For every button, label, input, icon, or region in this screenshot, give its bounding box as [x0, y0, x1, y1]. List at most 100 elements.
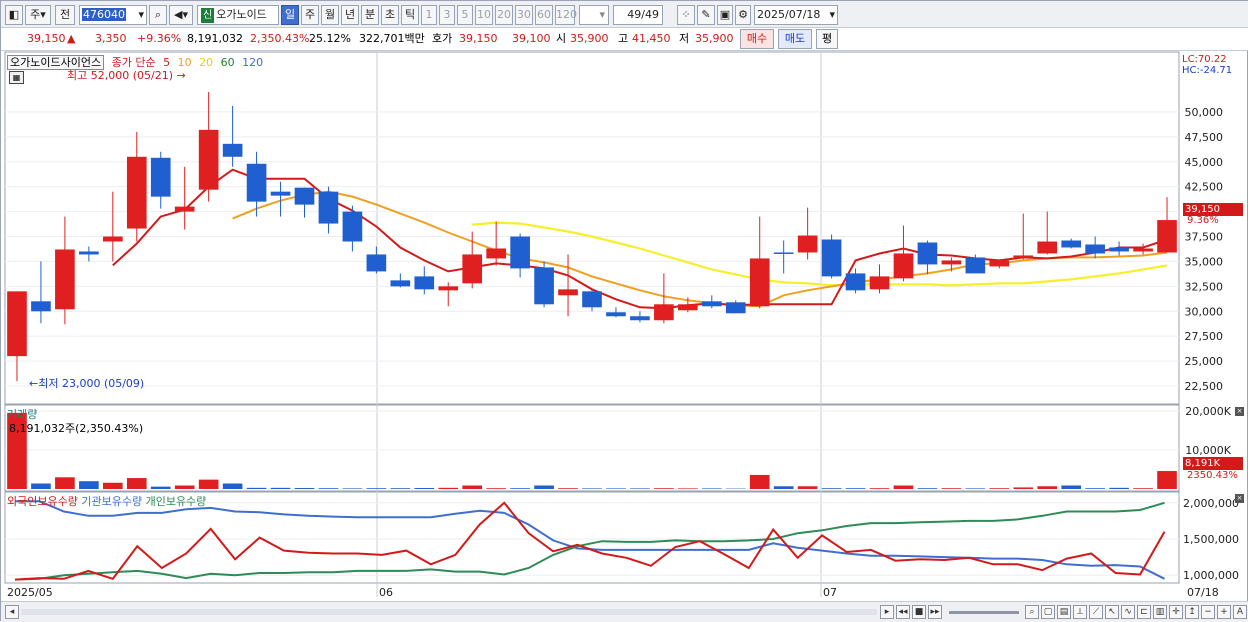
holdings-panel-close-icon[interactable]: ×: [1235, 494, 1244, 503]
candle-body: [702, 301, 722, 306]
open-label: 시: [556, 32, 566, 46]
interval-1[interactable]: 1: [421, 5, 437, 25]
scroll-right-icon[interactable]: ▸: [880, 605, 894, 619]
save-icon[interactable]: ▣: [717, 5, 733, 25]
speaker-icon[interactable]: ◀▾: [169, 5, 193, 25]
tab-second[interactable]: 초: [381, 5, 399, 25]
tab-month[interactable]: 월: [321, 5, 339, 25]
zoom-slider[interactable]: [949, 611, 1019, 614]
interval-10[interactable]: 10: [475, 5, 493, 25]
trend-icon[interactable]: ⟋: [1089, 605, 1103, 619]
date-input[interactable]: 2025/07/18▾: [754, 5, 838, 25]
price-change: 3,350: [95, 32, 127, 46]
scroll-up-icon[interactable]: ↥: [1185, 605, 1199, 619]
candle-body: [798, 236, 818, 253]
quote-bar: 39,150 ▲ 3,350 +9.36% 8,191,032 2,350.43…: [1, 28, 1248, 51]
price-axis-tick: 45,000: [1185, 156, 1224, 169]
evaluate-button[interactable]: 평: [816, 29, 838, 49]
rewind-icon[interactable]: ◂◂: [896, 605, 910, 619]
stock-name-box[interactable]: 신오가노이드: [197, 5, 279, 25]
link-icon[interactable]: ⁘: [677, 5, 695, 25]
zoom-in-icon[interactable]: ⌕: [1025, 605, 1039, 619]
settings-gear-icon[interactable]: ⚙: [735, 5, 751, 25]
horizontal-scrollbar[interactable]: [21, 609, 877, 615]
zoom-out-icon[interactable]: −: [1201, 605, 1215, 619]
chart-window: ◧ 주▾ 전 476040▾ ⌕ ◀▾ 신오가노이드 일 주 월 년 분 초 틱…: [0, 0, 1248, 621]
data-table-icon[interactable]: ▦: [9, 71, 24, 84]
stock-code-input[interactable]: 476040▾: [79, 5, 147, 25]
candle-body: [462, 254, 482, 283]
candle-body: [55, 249, 75, 309]
chart-canvas[interactable]: 50,00047,50045,00042,50040,00037,50035,0…: [1, 51, 1248, 601]
wave-icon[interactable]: ∿: [1121, 605, 1135, 619]
price-axis-tick: 25,000: [1185, 355, 1224, 368]
interval-3[interactable]: 3: [439, 5, 455, 25]
volume-bar: [942, 488, 962, 489]
volume-value: 8,191,032: [187, 32, 243, 46]
volume-bar: [966, 488, 986, 489]
candle-body: [1157, 220, 1177, 252]
tab-day[interactable]: 일: [281, 5, 299, 25]
layout-icon[interactable]: ▤: [1057, 605, 1071, 619]
volume-bar: [1133, 488, 1153, 489]
data-count-display: 49/49: [613, 5, 663, 25]
tab-year[interactable]: 년: [341, 5, 359, 25]
chart-type-icon[interactable]: ▥: [1153, 605, 1167, 619]
tab-minute[interactable]: 분: [361, 5, 379, 25]
interval-20[interactable]: 20: [495, 5, 513, 25]
tab-tick[interactable]: 틱: [401, 5, 419, 25]
axis-labels: 50,00047,50045,00042,50040,00037,50035,0…: [7, 106, 1239, 599]
holdings-legend: 외국인보유수량 기관보유수량 개인보유수량: [7, 493, 206, 509]
candle-body: [31, 301, 51, 311]
holdings-axis-tick: 1,500,000: [1183, 533, 1239, 546]
open-price: 35,900: [570, 32, 609, 46]
interval-dropdown[interactable]: ▾: [579, 5, 609, 25]
price-axis-tick: 22,500: [1185, 380, 1224, 393]
draw-tool-icon[interactable]: ✎: [697, 5, 715, 25]
crosshair-icon[interactable]: ✛: [1169, 605, 1183, 619]
volume-bar: [1013, 487, 1033, 489]
high-price: 41,450: [632, 32, 671, 46]
volume-bar: [702, 488, 722, 489]
interval-60[interactable]: 60: [535, 5, 553, 25]
compare-icon[interactable]: ⊏: [1137, 605, 1151, 619]
ruler-icon[interactable]: ⟂: [1073, 605, 1087, 619]
add-icon[interactable]: +: [1217, 605, 1231, 619]
sell-button[interactable]: 매도: [778, 29, 812, 49]
type-selector-label: 주: [30, 8, 40, 21]
stop-icon[interactable]: ■: [912, 605, 926, 619]
volume-bar: [367, 488, 387, 489]
high-note-text: 최고 52,000 (05/21): [67, 69, 173, 82]
interval-5[interactable]: 5: [457, 5, 473, 25]
candle-body: [295, 188, 315, 205]
current-pct-tag: 9.36%: [1187, 215, 1219, 226]
candle-body: [726, 302, 746, 313]
search-icon[interactable]: ⌕: [149, 5, 167, 25]
volume-bar: [846, 488, 866, 489]
trade-amount: 322,701백만: [359, 32, 425, 46]
volume-bar: [1061, 485, 1081, 489]
font-size-icon[interactable]: A: [1233, 605, 1247, 619]
low-price: 35,900: [695, 32, 734, 46]
price-axis-tick: 32,500: [1185, 280, 1224, 293]
volume-panel-close-icon[interactable]: ×: [1235, 407, 1244, 416]
scroll-left-icon[interactable]: ◂: [5, 605, 19, 619]
date-value: 2025/07/18: [757, 8, 820, 21]
volume-bar: [319, 488, 339, 489]
window-icon[interactable]: ▢: [1041, 605, 1055, 619]
volume-bar: [199, 480, 219, 489]
holdings-institution-line: [15, 501, 1165, 579]
candle-body: [606, 312, 626, 316]
prev-button[interactable]: 전: [55, 5, 75, 25]
tab-week[interactable]: 주: [301, 5, 319, 25]
interval-120[interactable]: 120: [555, 5, 575, 25]
interval-30[interactable]: 30: [515, 5, 533, 25]
buy-button[interactable]: 매수: [740, 29, 774, 49]
candle-body: [414, 276, 434, 289]
cursor-icon[interactable]: ↖: [1105, 605, 1119, 619]
candle-body: [630, 316, 650, 320]
type-selector[interactable]: 주▾: [25, 5, 51, 25]
candle-body: [247, 164, 267, 202]
fast-forward-icon[interactable]: ▸▸: [928, 605, 942, 619]
chart-layout-icon[interactable]: ◧: [5, 5, 23, 25]
